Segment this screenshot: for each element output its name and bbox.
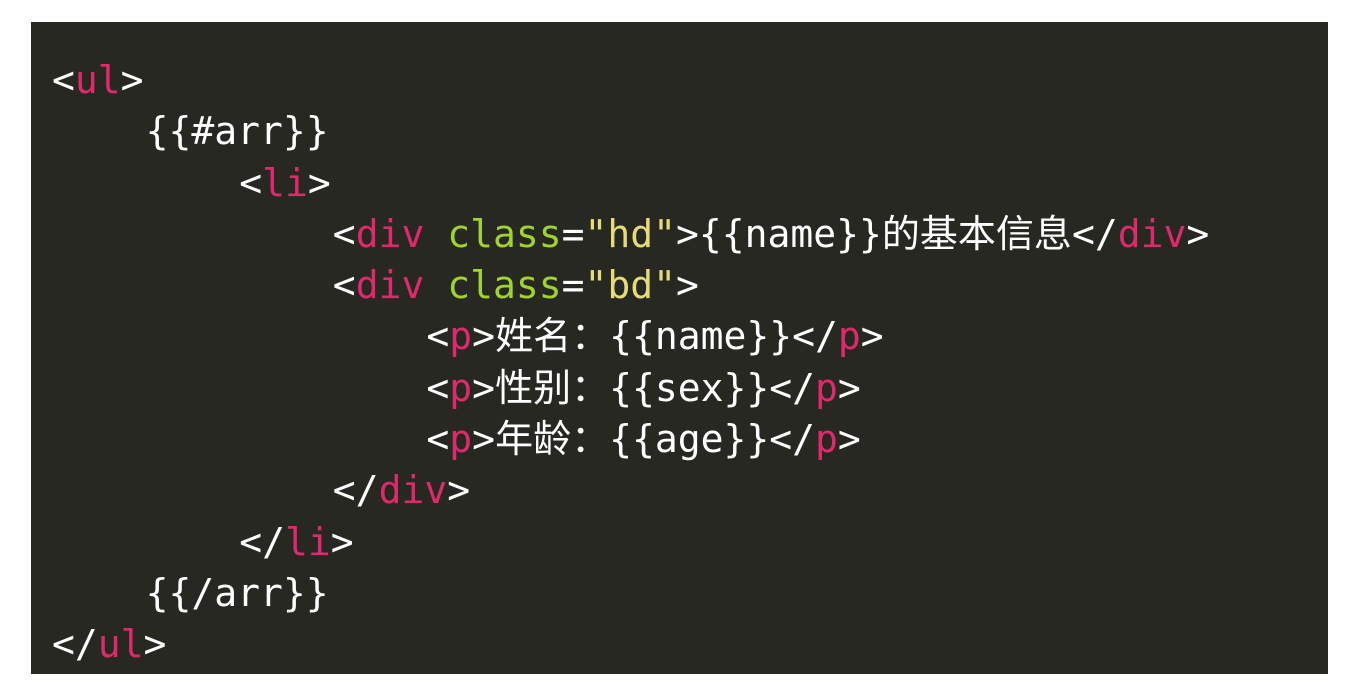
code-token-tag: div — [355, 211, 425, 256]
code-token-text: {{#arr}} — [145, 109, 329, 154]
code-token-tag: p — [449, 314, 473, 359]
code-token-punctuation: < — [426, 314, 450, 359]
code-token-tag: p — [449, 417, 473, 462]
code-token-text: {{name}}的基本信息 — [698, 211, 1072, 256]
code-token-punctuation: > — [472, 314, 496, 359]
code-token-text: {{/arr}} — [145, 570, 329, 615]
code-token-punctuation: = — [561, 211, 585, 256]
code-snippet-panel: <ul> {{#arr}} <li> <div class="hd">{{name}}… — [31, 22, 1328, 674]
code-token-tag: li — [262, 160, 308, 205]
code-token-punctuation: < — [332, 263, 356, 308]
code-token-tag: p — [837, 314, 861, 359]
code-line: </ul> — [52, 619, 1328, 670]
code-token-punctuation: > — [676, 263, 699, 308]
code-token-punctuation: </ — [769, 417, 815, 462]
code-token-punctuation: > — [447, 468, 471, 513]
code-token-punctuation: < — [426, 417, 450, 462]
code-line: <div class="hd">{{name}}的基本信息</div> — [52, 209, 1328, 260]
code-line: <div class="bd"> — [52, 260, 1328, 311]
code-lines: <ul> {{#arr}} <li> <div class="hd">{{name}}… — [52, 55, 1328, 671]
code-token-punctuation: </ — [239, 519, 285, 564]
code-token-text: 性别：{{sex}} — [495, 365, 770, 410]
code-token-tag: div — [1117, 211, 1187, 256]
code-token-string: "hd" — [584, 211, 677, 256]
code-line: <p>姓名：{{name}}</p> — [52, 311, 1328, 362]
code-line: {{/arr}} — [52, 568, 1328, 619]
code-token-punctuation: = — [561, 263, 585, 308]
code-line: </div> — [52, 465, 1328, 516]
code-token-attribute: class — [447, 211, 562, 256]
code-token-punctuation: </ — [769, 365, 815, 410]
code-token-tag: ul — [74, 58, 121, 102]
code-line: <p>性别：{{sex}}</p> — [52, 363, 1328, 414]
code-token-punctuation: </ — [792, 314, 838, 359]
code-line: {{#arr}} — [52, 106, 1328, 157]
code-line: <li> — [52, 158, 1328, 209]
code-token-punctuation: > — [143, 622, 167, 667]
code-line: </li> — [52, 517, 1328, 568]
code-token-punctuation: < — [332, 211, 356, 256]
code-token-punctuation: > — [472, 417, 496, 462]
code-token-punctuation: </ — [1071, 211, 1118, 256]
code-token-punctuation: > — [120, 58, 144, 102]
code-token-punctuation: < — [239, 160, 263, 205]
code-token-tag: div — [355, 263, 425, 308]
code-token-tag: div — [378, 468, 448, 513]
code-token-punctuation: > — [837, 417, 861, 462]
code-token-punctuation: </ — [52, 622, 98, 667]
code-line: <p>年龄：{{age}}</p> — [52, 414, 1328, 465]
code-line: <ul> — [52, 55, 1328, 106]
code-token-string: "bd" — [584, 263, 677, 308]
code-token-punctuation: < — [426, 365, 450, 410]
code-token-tag: ul — [97, 622, 144, 667]
code-token-punctuation: > — [860, 314, 884, 359]
code-token-punctuation: > — [837, 365, 861, 410]
code-token-tag: p — [449, 365, 473, 410]
code-token-attribute: class — [447, 263, 562, 308]
code-token-punctuation: </ — [332, 468, 379, 513]
code-token-punctuation: > — [307, 160, 331, 205]
code-token-tag: p — [814, 365, 838, 410]
code-token-text: 年龄：{{age}} — [495, 417, 770, 462]
code-token-punctuation: > — [330, 519, 354, 564]
code-token-text: 姓名：{{name}} — [495, 314, 793, 359]
code-token-punctuation: < — [52, 58, 75, 102]
code-token-tag: li — [284, 519, 331, 564]
code-token-punctuation: > — [472, 365, 496, 410]
code-token-tag: p — [814, 417, 838, 462]
code-token-punctuation: > — [1186, 211, 1210, 256]
code-token-punctuation: > — [676, 211, 699, 256]
